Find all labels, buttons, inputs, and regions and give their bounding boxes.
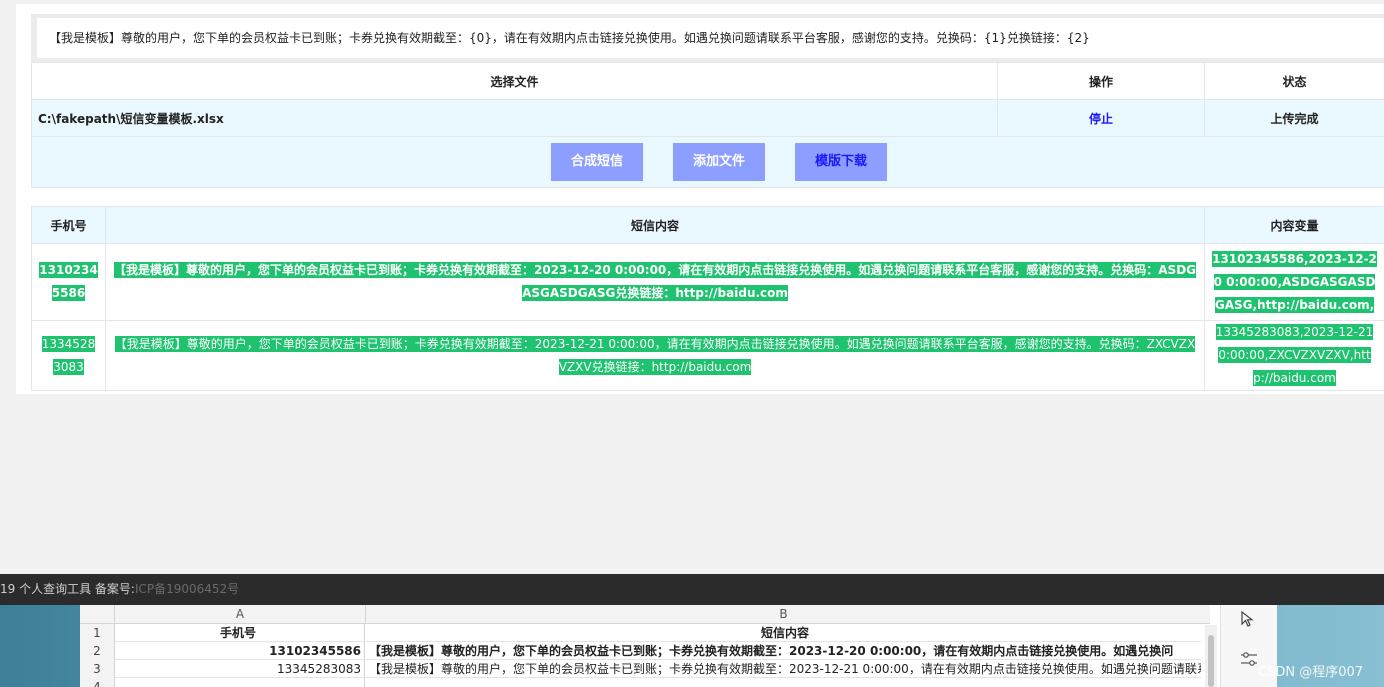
status-col-header: 状态 — [1204, 62, 1384, 100]
cursor-icon[interactable] — [1239, 610, 1257, 628]
sms-row: 13345283083 【我是模板】尊敬的用户，您下单的会员权益卡已到账；卡券兑… — [31, 320, 1384, 391]
upload-status: 上传完成 — [1204, 99, 1384, 137]
file-row: C:\fakepath\短信变量模板.xlsx 停止 上传完成 — [31, 99, 1384, 137]
column-b-header[interactable]: B — [366, 605, 1201, 623]
excel-window: A B 1 手机号 短信内容 2 13102345586 【我是模板】尊敬的用户… — [80, 605, 1277, 687]
cell-a[interactable]: 13345283083 — [115, 660, 365, 678]
cell-b[interactable]: 【我是模板】尊敬的用户，您下单的会员权益卡已到账；卡券兑换有效期截至：2023-… — [366, 642, 1201, 660]
scrollbar-thumb[interactable] — [1208, 635, 1214, 687]
template-text: 【我是模板】尊敬的用户，您下单的会员权益卡已到账；卡券兑换有效期截至：{0}，请… — [37, 18, 1384, 58]
select-all-corner[interactable] — [80, 605, 115, 623]
cell-a[interactable] — [115, 678, 365, 687]
excel-row: 3 13345283083 【我是模板】尊敬的用户，您下单的会员权益卡已到账；卡… — [80, 660, 1210, 679]
stop-link[interactable]: 停止 — [1089, 112, 1113, 126]
sms-table: 手机号 短信内容 内容变量 13102345586 【我是模板】尊敬的用户，您下… — [31, 206, 1384, 391]
excel-row: 1 手机号 短信内容 — [80, 624, 1210, 643]
template-bar: 【我是模板】尊敬的用户，您下单的会员权益卡已到账；卡券兑换有效期截至：{0}，请… — [31, 14, 1384, 62]
row-number[interactable]: 1 — [80, 624, 115, 643]
cell-b[interactable] — [366, 678, 1201, 687]
cell-a[interactable]: 13102345586 — [115, 642, 365, 660]
row-number[interactable]: 4 — [80, 678, 115, 687]
download-template-button[interactable]: 模版下载 — [795, 143, 887, 181]
compose-sms-button[interactable]: 合成短信 — [551, 143, 643, 181]
column-a-header[interactable]: A — [115, 605, 366, 623]
cell-a[interactable]: 手机号 — [115, 624, 365, 642]
icp-link[interactable]: ICP备19006452号 — [135, 582, 239, 596]
csdn-watermark: CSDN @程序007 — [1258, 665, 1364, 680]
vars-cell: 13345283083,2023-12-21 0:00:00,ZXCVZXVZX… — [1215, 324, 1374, 386]
content-cell: 【我是模板】尊敬的用户，您下单的会员权益卡已到账；卡券兑换有效期截至：2023-… — [114, 335, 1196, 375]
excel-row: 2 13102345586 【我是模板】尊敬的用户，您下单的会员权益卡已到账；卡… — [80, 642, 1210, 661]
phone-cell: 13345283083 — [41, 335, 96, 375]
action-col-header: 操作 — [997, 62, 1205, 100]
footer-bar: 19 个人查询工具 备案号:ICP备19006452号 — [0, 574, 1384, 605]
file-col-header: 选择文件 — [31, 62, 998, 100]
content-cell: 【我是模板】尊敬的用户，您下单的会员权益卡已到账；卡券兑换有效期截至：2023-… — [113, 262, 1197, 301]
button-row: 合成短信 添加文件 模版下载 — [31, 136, 1384, 188]
excel-row: 4 — [80, 678, 1210, 687]
footer-text: 19 个人查询工具 备案号: — [0, 582, 135, 596]
file-table: 选择文件 操作 状态 C:\fakepath\短信变量模板.xlsx 停止 上传… — [31, 62, 1384, 188]
phone-col-header: 手机号 — [31, 206, 106, 244]
add-file-button[interactable]: 添加文件 — [673, 143, 765, 181]
settings-sliders-icon[interactable] — [1239, 649, 1259, 669]
vars-cell: 13102345586,2023-12-20 0:00:00,ASDGASGAS… — [1212, 250, 1377, 313]
sms-row: 13102345586 【我是模板】尊敬的用户，您下单的会员权益卡已到账；卡券兑… — [31, 243, 1384, 321]
cell-b[interactable]: 【我是模板】尊敬的用户，您下单的会员权益卡已到账；卡券兑换有效期截至：2023-… — [366, 660, 1201, 678]
content-col-header: 短信内容 — [105, 206, 1205, 244]
row-number[interactable]: 3 — [80, 660, 115, 679]
excel-column-header: A B — [80, 605, 1210, 624]
phone-cell: 13102345586 — [39, 262, 98, 301]
row-number[interactable]: 2 — [80, 642, 115, 661]
file-path: C:\fakepath\短信变量模板.xlsx — [31, 99, 998, 137]
vars-col-header: 内容变量 — [1204, 206, 1384, 244]
vertical-scrollbar[interactable] — [1205, 625, 1217, 687]
cell-b[interactable]: 短信内容 — [366, 624, 1201, 642]
